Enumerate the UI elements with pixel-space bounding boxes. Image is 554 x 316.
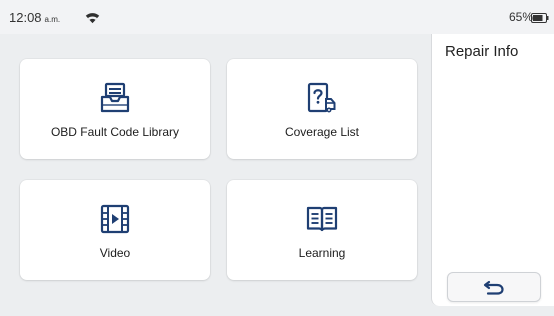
status-time-value: 12:08 (9, 10, 42, 25)
open-book-icon (306, 206, 338, 232)
battery-percent: 65% (509, 10, 534, 24)
film-play-icon (100, 204, 130, 234)
inbox-tray-icon (100, 82, 130, 113)
battery-icon (531, 13, 549, 23)
return-arrow-icon (483, 280, 504, 295)
repair-info-panel: Repair Info (431, 34, 554, 306)
wifi-icon (85, 13, 100, 24)
tile-label: Coverage List (284, 125, 360, 139)
status-time-ampm: a.m. (44, 15, 61, 24)
learning-tile[interactable]: Learning (227, 180, 417, 280)
tile-label: OBD Fault Code Library (50, 125, 180, 139)
obd-fault-code-library-tile[interactable]: OBD Fault Code Library (20, 59, 210, 159)
tile-label: Video (99, 246, 131, 260)
back-button[interactable] (447, 272, 541, 302)
tile-label: Learning (298, 246, 346, 260)
panel-title: Repair Info (445, 43, 519, 60)
vehicle-question-icon (307, 82, 336, 113)
video-tile[interactable]: Video (20, 180, 210, 280)
coverage-list-tile[interactable]: Coverage List (227, 59, 417, 159)
status-clock: 12:08 a.m. (9, 10, 60, 25)
status-bar: 12:08 a.m. 65% (0, 0, 554, 34)
